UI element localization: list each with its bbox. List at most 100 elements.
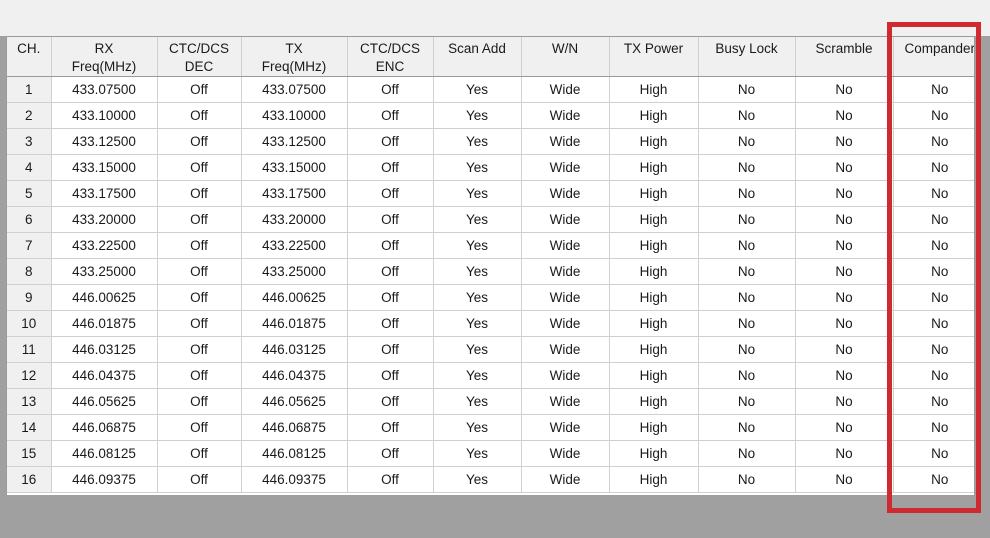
cell-ctc_dec[interactable]: Off [157, 258, 242, 285]
column-header-wn[interactable]: W/N [521, 37, 610, 77]
cell-rx_freq[interactable]: 433.20000 [51, 206, 158, 233]
row-header-channel[interactable]: 4 [7, 154, 52, 181]
cell-busy_lock[interactable]: No [698, 414, 796, 441]
cell-compander[interactable]: No [893, 102, 974, 129]
cell-tx_power[interactable]: High [609, 310, 699, 337]
cell-scramble[interactable]: No [795, 232, 894, 259]
cell-scramble[interactable]: No [795, 440, 894, 467]
cell-wn[interactable]: Wide [521, 180, 610, 207]
cell-rx_freq[interactable]: 433.15000 [51, 154, 158, 181]
cell-scramble[interactable]: No [795, 154, 894, 181]
cell-wn[interactable]: Wide [521, 232, 610, 259]
cell-ctc_dec[interactable]: Off [157, 76, 242, 103]
table-row[interactable]: 10 446.01875 Off 446.01875 Off Yes Wide High No N… [7, 310, 974, 337]
cell-ctc_enc[interactable]: Off [347, 76, 434, 103]
cell-wn[interactable]: Wide [521, 128, 610, 155]
row-header-channel[interactable]: 16 [7, 466, 52, 493]
cell-tx_freq[interactable]: 433.22500 [241, 232, 348, 259]
cell-tx_freq[interactable]: 433.17500 [241, 180, 348, 207]
cell-tx_freq[interactable]: 446.04375 [241, 362, 348, 389]
cell-tx_power[interactable]: High [609, 336, 699, 363]
cell-scan_add[interactable]: Yes [433, 440, 522, 467]
cell-scan_add[interactable]: Yes [433, 310, 522, 337]
column-header-scramble[interactable]: Scramble [795, 37, 894, 77]
column-header-compander[interactable]: Compander [893, 37, 974, 77]
cell-scramble[interactable]: No [795, 414, 894, 441]
cell-scramble[interactable]: No [795, 258, 894, 285]
table-row[interactable]: 11 446.03125 Off 446.03125 Off Yes Wide High No N… [7, 336, 974, 363]
row-header-channel[interactable]: 10 [7, 310, 52, 337]
cell-tx_freq[interactable]: 446.00625 [241, 284, 348, 311]
cell-busy_lock[interactable]: No [698, 128, 796, 155]
column-header-ctc_dec[interactable]: CTC/DCS DEC [157, 37, 242, 77]
cell-tx_freq[interactable]: 446.03125 [241, 336, 348, 363]
cell-ctc_enc[interactable]: Off [347, 154, 434, 181]
cell-ctc_enc[interactable]: Off [347, 128, 434, 155]
cell-scan_add[interactable]: Yes [433, 180, 522, 207]
cell-compander[interactable]: No [893, 440, 974, 467]
cell-ctc_enc[interactable]: Off [347, 284, 434, 311]
cell-ctc_enc[interactable]: Off [347, 310, 434, 337]
row-header-channel[interactable]: 12 [7, 362, 52, 389]
cell-ctc_dec[interactable]: Off [157, 102, 242, 129]
cell-scramble[interactable]: No [795, 180, 894, 207]
cell-scramble[interactable]: No [795, 388, 894, 415]
cell-tx_power[interactable]: High [609, 466, 699, 493]
cell-busy_lock[interactable]: No [698, 206, 796, 233]
table-row[interactable]: 12 446.04375 Off 446.04375 Off Yes Wide High No N… [7, 362, 974, 389]
cell-tx_freq[interactable]: 446.01875 [241, 310, 348, 337]
cell-scramble[interactable]: No [795, 362, 894, 389]
cell-scan_add[interactable]: Yes [433, 128, 522, 155]
cell-ctc_dec[interactable]: Off [157, 232, 242, 259]
cell-rx_freq[interactable]: 433.25000 [51, 258, 158, 285]
cell-tx_power[interactable]: High [609, 154, 699, 181]
cell-ctc_dec[interactable]: Off [157, 388, 242, 415]
cell-busy_lock[interactable]: No [698, 310, 796, 337]
cell-ctc_dec[interactable]: Off [157, 440, 242, 467]
table-row[interactable]: 3 433.12500 Off 433.12500 Off Yes Wide High No No… [7, 128, 974, 155]
cell-ctc_enc[interactable]: Off [347, 388, 434, 415]
cell-compander[interactable]: No [893, 232, 974, 259]
cell-wn[interactable]: Wide [521, 336, 610, 363]
cell-compander[interactable]: No [893, 128, 974, 155]
cell-tx_freq[interactable]: 433.07500 [241, 76, 348, 103]
cell-tx_power[interactable]: High [609, 206, 699, 233]
cell-ctc_dec[interactable]: Off [157, 180, 242, 207]
cell-wn[interactable]: Wide [521, 310, 610, 337]
cell-tx_freq[interactable]: 433.15000 [241, 154, 348, 181]
cell-ctc_dec[interactable]: Off [157, 206, 242, 233]
cell-scan_add[interactable]: Yes [433, 232, 522, 259]
cell-rx_freq[interactable]: 446.00625 [51, 284, 158, 311]
cell-ctc_enc[interactable]: Off [347, 102, 434, 129]
cell-wn[interactable]: Wide [521, 206, 610, 233]
cell-busy_lock[interactable]: No [698, 284, 796, 311]
cell-busy_lock[interactable]: No [698, 336, 796, 363]
cell-rx_freq[interactable]: 446.09375 [51, 466, 158, 493]
cell-rx_freq[interactable]: 446.05625 [51, 388, 158, 415]
cell-compander[interactable]: No [893, 180, 974, 207]
cell-tx_power[interactable]: High [609, 388, 699, 415]
table-row[interactable]: 1 433.07500 Off 433.07500 Off Yes Wide High No No… [7, 76, 974, 103]
table-row[interactable]: 2 433.10000 Off 433.10000 Off Yes Wide High No No… [7, 102, 974, 129]
row-header-channel[interactable]: 8 [7, 258, 52, 285]
cell-wn[interactable]: Wide [521, 154, 610, 181]
cell-ctc_dec[interactable]: Off [157, 154, 242, 181]
cell-compander[interactable]: No [893, 388, 974, 415]
column-header-rx_freq[interactable]: RX Freq(MHz) [51, 37, 158, 77]
cell-compander[interactable]: No [893, 414, 974, 441]
cell-ctc_dec[interactable]: Off [157, 310, 242, 337]
cell-rx_freq[interactable]: 446.08125 [51, 440, 158, 467]
cell-scan_add[interactable]: Yes [433, 258, 522, 285]
cell-scramble[interactable]: No [795, 128, 894, 155]
cell-compander[interactable]: No [893, 154, 974, 181]
cell-tx_power[interactable]: High [609, 180, 699, 207]
table-row[interactable]: 16 446.09375 Off 446.09375 Off Yes Wide High No N… [7, 466, 974, 493]
cell-tx_freq[interactable]: 433.25000 [241, 258, 348, 285]
cell-busy_lock[interactable]: No [698, 102, 796, 129]
cell-tx_power[interactable]: High [609, 102, 699, 129]
cell-busy_lock[interactable]: No [698, 466, 796, 493]
cell-ctc_enc[interactable]: Off [347, 336, 434, 363]
cell-scan_add[interactable]: Yes [433, 414, 522, 441]
cell-tx_freq[interactable]: 446.09375 [241, 466, 348, 493]
cell-tx_power[interactable]: High [609, 362, 699, 389]
